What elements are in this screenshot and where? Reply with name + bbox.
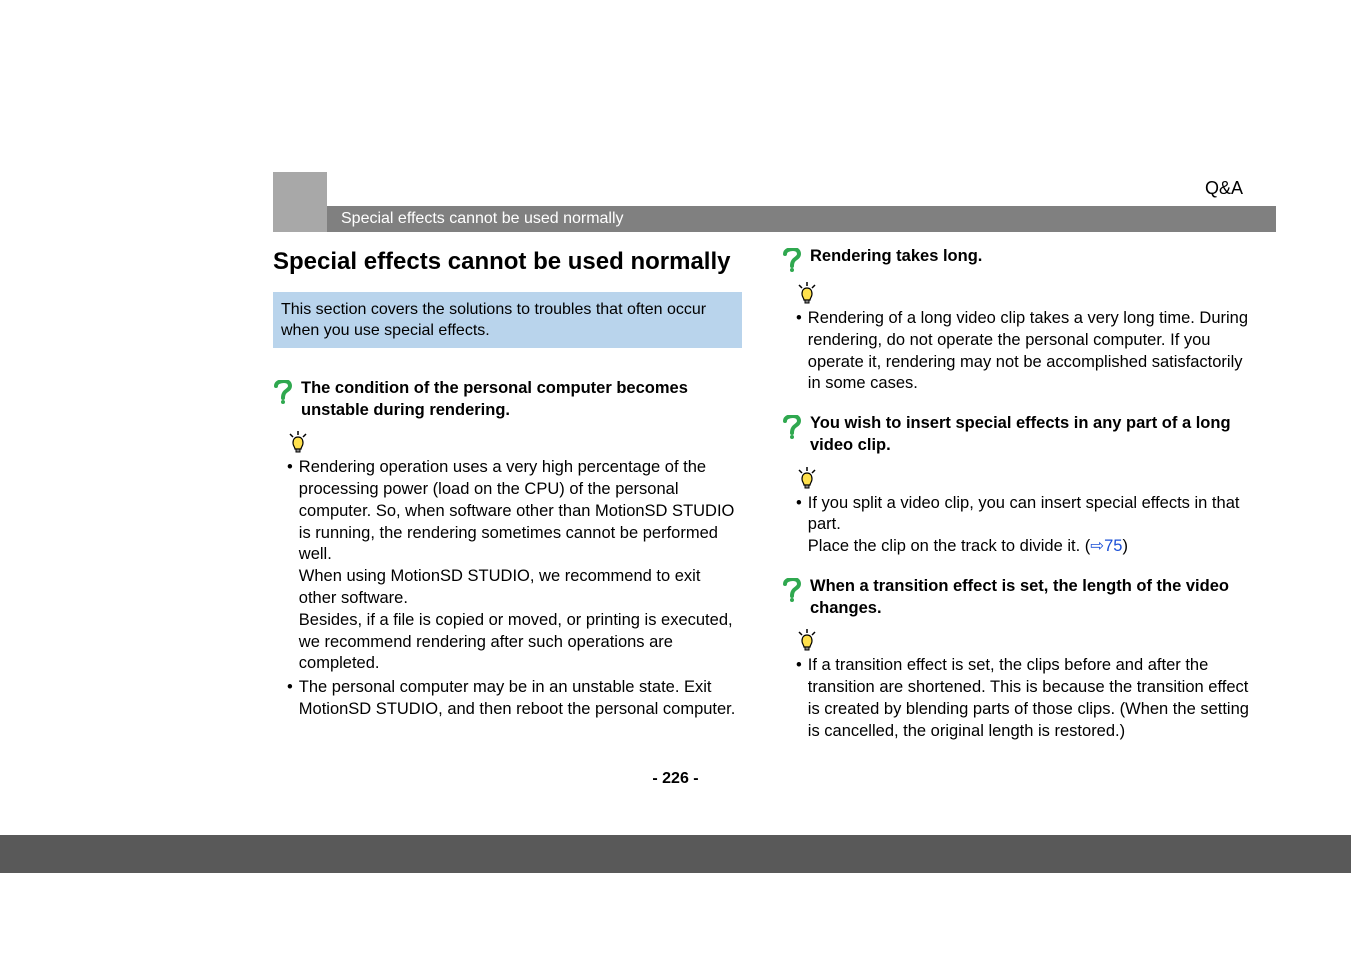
question-mark-icon bbox=[782, 415, 802, 439]
bullet-body: The personal computer may be in an unsta… bbox=[299, 677, 742, 721]
bullet-body: If a transition effect is set, the clips… bbox=[808, 655, 1251, 742]
link-arrow-icon: ⇨ bbox=[1090, 537, 1104, 555]
answer-paragraph: When using MotionSD STUDIO, we recommend… bbox=[299, 566, 742, 610]
answer-paragraph: Place the clip on the track to divide it… bbox=[808, 536, 1251, 558]
question-row: Rendering takes long. bbox=[782, 246, 1251, 272]
content-columns: Special effects cannot be used normally … bbox=[0, 232, 1351, 760]
page-number: - 226 - bbox=[0, 770, 1351, 788]
answer-bullet: • The personal computer may be in an uns… bbox=[273, 677, 742, 721]
question-row: The condition of the personal computer b… bbox=[273, 378, 742, 422]
category-label: Q&A bbox=[1205, 178, 1243, 199]
question-text: Rendering takes long. bbox=[810, 246, 982, 268]
lightbulb-icon bbox=[796, 467, 818, 489]
qa-block-4: When a transition effect is set, the len… bbox=[782, 576, 1251, 743]
answer-paragraph: Rendering operation uses a very high per… bbox=[299, 457, 742, 566]
answer-bullet: • Rendering of a long video clip takes a… bbox=[782, 308, 1251, 395]
left-column: Special effects cannot be used normally … bbox=[273, 246, 742, 760]
header-band: Special effects cannot be used normally bbox=[273, 206, 1276, 232]
right-column: Rendering takes long. • Rendering of a l… bbox=[782, 246, 1251, 760]
question-text: When a transition effect is set, the len… bbox=[810, 576, 1251, 620]
bullet-dot: • bbox=[796, 308, 802, 395]
bullet-dot: • bbox=[287, 457, 293, 675]
top-spacer bbox=[0, 0, 1351, 160]
intro-box: This section covers the solutions to tro… bbox=[273, 292, 742, 348]
bullet-body: If you split a video clip, you can inser… bbox=[808, 493, 1251, 558]
question-mark-icon bbox=[782, 248, 802, 272]
answer-paragraph: Besides, if a file is copied or moved, o… bbox=[299, 610, 742, 675]
answer-bullet: • If a transition effect is set, the cli… bbox=[782, 655, 1251, 742]
question-mark-icon bbox=[782, 578, 802, 602]
qa-block-1: The condition of the personal computer b… bbox=[273, 378, 742, 721]
answer-text-post: ) bbox=[1122, 537, 1128, 555]
question-row: When a transition effect is set, the len… bbox=[782, 576, 1251, 620]
page: Q&A Special effects cannot be used norma… bbox=[0, 0, 1351, 954]
bullet-dot: • bbox=[796, 493, 802, 558]
question-text: You wish to insert special effects in an… bbox=[810, 413, 1251, 457]
answer-text-pre: Place the clip on the track to divide it… bbox=[808, 537, 1090, 555]
qa-block-2: Rendering takes long. • Rendering of a l… bbox=[782, 246, 1251, 395]
bullet-dot: • bbox=[796, 655, 802, 742]
answer-paragraph: If you split a video clip, you can inser… bbox=[808, 493, 1251, 537]
bullet-dot: • bbox=[287, 677, 293, 721]
lightbulb-icon bbox=[796, 629, 818, 651]
bullet-body: Rendering operation uses a very high per… bbox=[299, 457, 742, 675]
lightbulb-icon bbox=[287, 431, 309, 453]
page-link[interactable]: 75 bbox=[1104, 537, 1122, 555]
question-text: The condition of the personal computer b… bbox=[301, 378, 742, 422]
header-accent-block bbox=[273, 172, 327, 232]
header-title-bar: Special effects cannot be used normally bbox=[327, 206, 1276, 232]
answer-bullet: • If you split a video clip, you can ins… bbox=[782, 493, 1251, 558]
bullet-body: Rendering of a long video clip takes a v… bbox=[808, 308, 1251, 395]
section-heading: Special effects cannot be used normally bbox=[273, 246, 742, 278]
qa-block-3: You wish to insert special effects in an… bbox=[782, 413, 1251, 558]
question-mark-icon bbox=[273, 380, 293, 404]
answer-bullet: • Rendering operation uses a very high p… bbox=[273, 457, 742, 675]
question-row: You wish to insert special effects in an… bbox=[782, 413, 1251, 457]
lightbulb-icon bbox=[796, 282, 818, 304]
bottom-bar bbox=[0, 835, 1351, 873]
